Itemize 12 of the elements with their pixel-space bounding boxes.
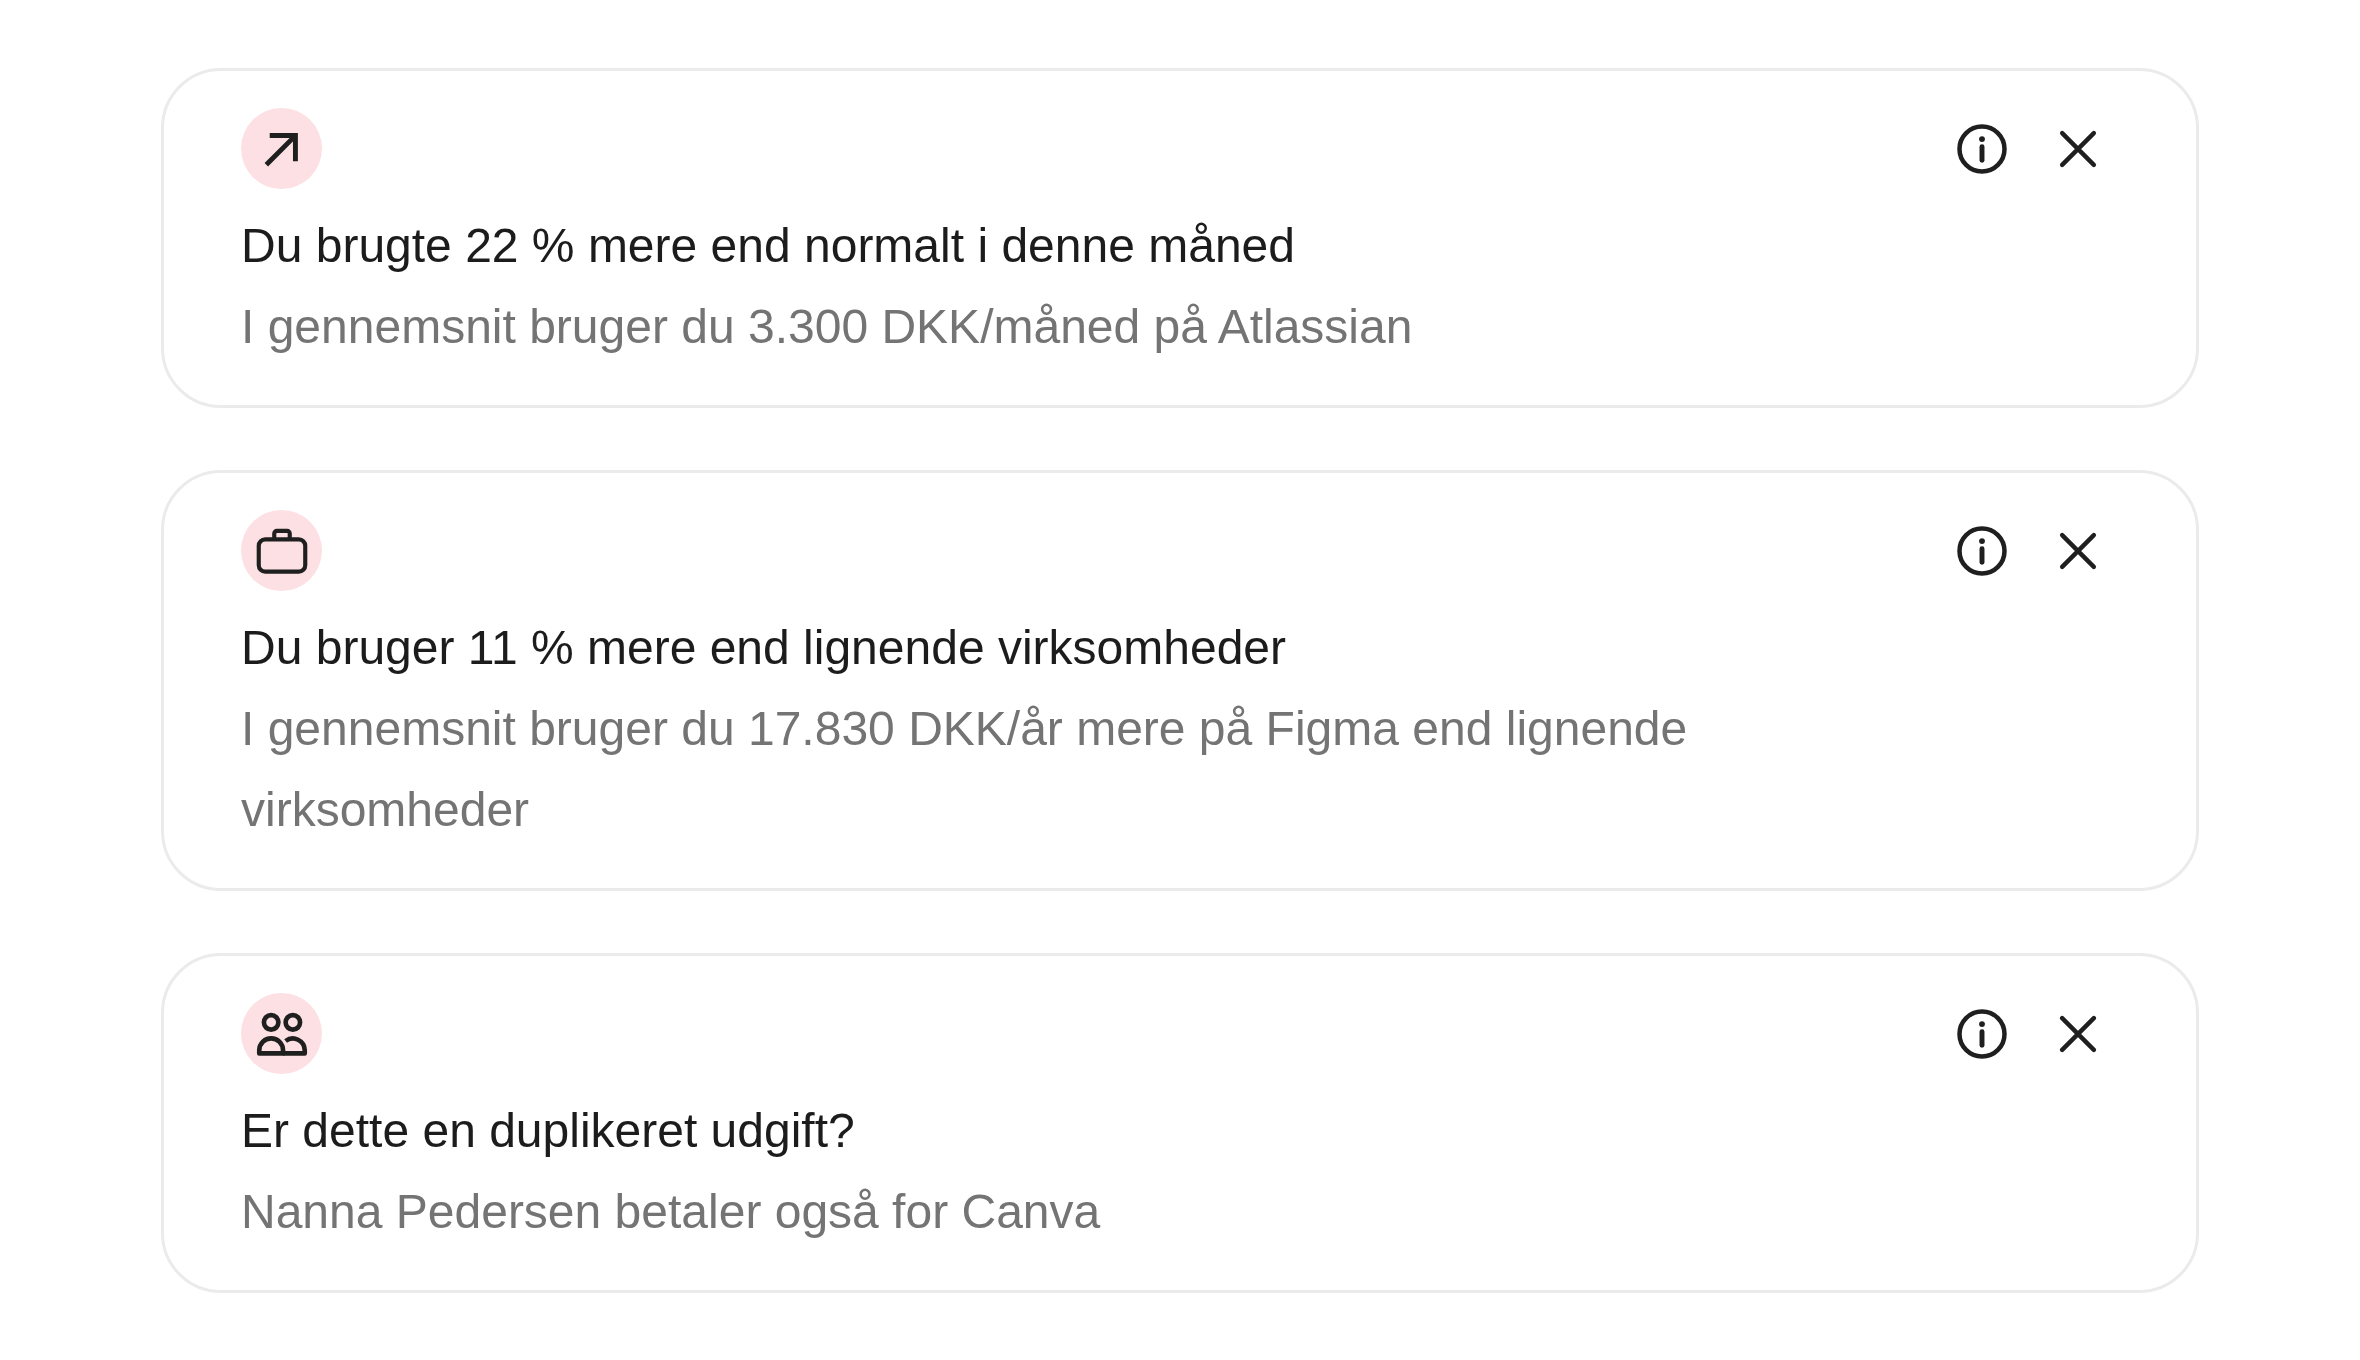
insight-title: Er dette en duplikeret udgift? <box>241 1103 855 1159</box>
info-icon <box>1955 1006 2009 1061</box>
insight-description: Nanna Pedersen betaler også for Canva <box>241 1184 1101 1240</box>
close-icon <box>2059 1014 2097 1053</box>
close-icon <box>2059 531 2097 570</box>
close-icon <box>2059 129 2097 168</box>
insight-title: Du bruger 11 % mere end lignende virksomheder <box>241 620 1286 676</box>
insight-description: I gennemsnit bruger du 3.300 DKK/måned på Atlassian <box>241 299 1413 355</box>
insight-title: Du brugte 22 % mere end normalt i denne måned <box>241 218 1295 274</box>
info-icon <box>1955 523 2009 578</box>
insight-description: I gennemsnit bruger du 17.830 DKK/år mere på Figma end lignende virksomheder <box>241 701 1689 838</box>
info-icon <box>1955 121 2009 176</box>
